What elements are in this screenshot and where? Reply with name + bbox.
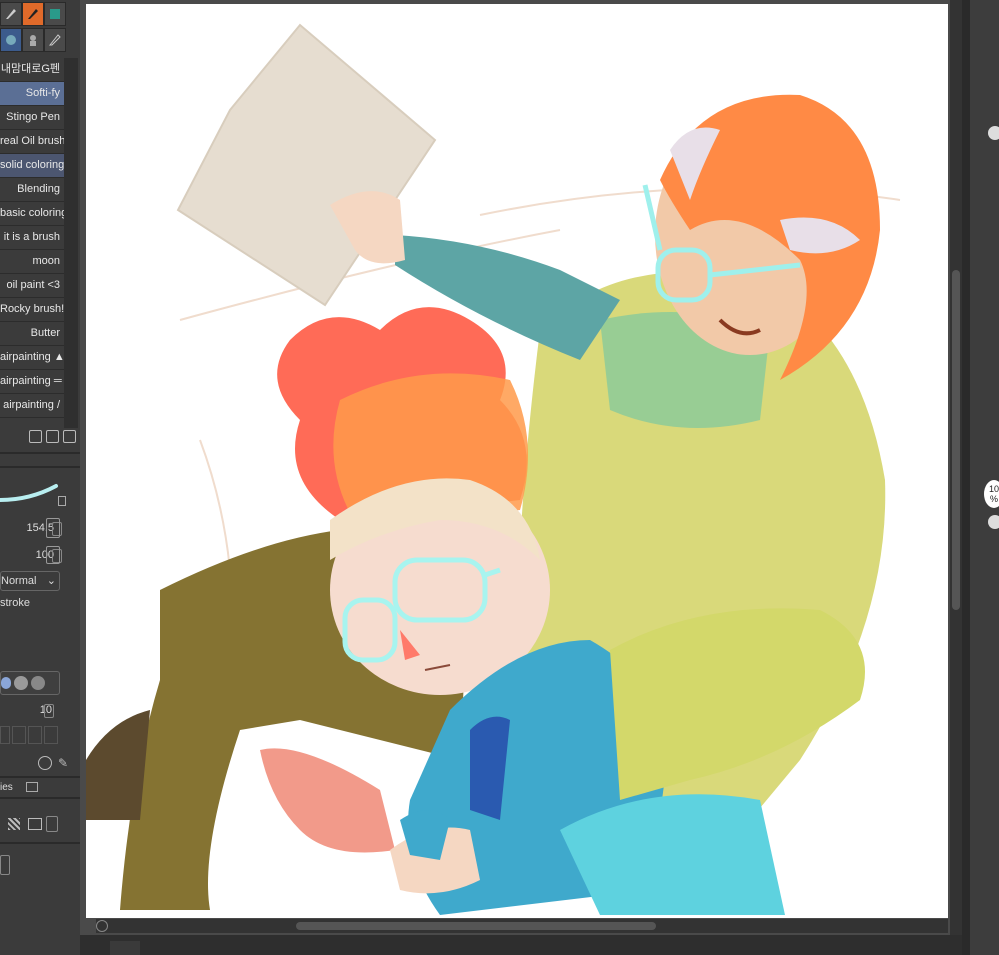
brush-item[interactable]: airpainting ▲ (0, 346, 64, 370)
fill-icon (50, 9, 60, 19)
texture-slots (0, 726, 60, 744)
brush-list: 내맘대로G펜 Softi-fy Stingo Pen real Oil brus… (0, 58, 64, 418)
brush-item[interactable]: Stingo Pen (0, 106, 64, 130)
copy-icon[interactable] (28, 818, 42, 830)
blend-icon (6, 35, 16, 45)
drawing-canvas[interactable] (86, 4, 948, 918)
density-spinner[interactable] (44, 704, 54, 718)
brush-list-actions (0, 430, 80, 450)
trash-icon[interactable] (63, 430, 76, 443)
opacity-pressure-toggle[interactable] (46, 546, 60, 564)
density-row: 10 (0, 704, 64, 720)
divider (0, 466, 80, 468)
horizontal-scroll-thumb[interactable] (296, 922, 656, 930)
divider (0, 797, 80, 799)
brush-item[interactable]: oil paint <3 (0, 274, 64, 298)
texture-slot[interactable] (28, 726, 42, 744)
brush-item[interactable]: Rocky brush! (0, 298, 64, 322)
texture-slot[interactable] (44, 726, 58, 744)
rotate-slider-knob[interactable] (988, 515, 999, 529)
pen-icon (6, 9, 16, 19)
left-panel: 내맘대로G펜 Softi-fy Stingo Pen real Oil brus… (0, 0, 80, 955)
blend-tool-button[interactable] (0, 28, 22, 52)
zoom-indicator: 10 % (984, 480, 999, 508)
fill-tool-button[interactable] (44, 2, 66, 26)
duplicate-icon[interactable] (46, 430, 59, 443)
vertical-scrollbar[interactable] (950, 0, 962, 935)
brush-item[interactable]: basic coloring (0, 202, 64, 226)
brush-item[interactable]: Butter (0, 322, 64, 346)
vertical-scroll-thumb[interactable] (952, 270, 960, 610)
brush-list-scrollbar[interactable] (64, 58, 78, 428)
zoom-slider-knob[interactable] (988, 126, 999, 140)
pen-tool-button[interactable] (0, 2, 22, 26)
brush-icon (28, 9, 38, 19)
zoom-unit: % (989, 494, 998, 504)
tip-swatch (1, 677, 11, 689)
tab-properties-label: ies (0, 782, 13, 793)
brush-item[interactable]: solid coloring (0, 154, 64, 178)
rotate-icon[interactable] (96, 920, 108, 932)
brush-tool-button[interactable] (22, 2, 44, 26)
figure-tool-button[interactable] (22, 28, 44, 52)
brush-item[interactable]: moon (0, 250, 64, 274)
zoom-value: 10 (988, 484, 999, 494)
brush-item[interactable]: Blending (0, 178, 64, 202)
right-panel-border (962, 0, 970, 955)
size-pressure-toggle[interactable] (46, 518, 60, 538)
horizontal-scrollbar[interactable] (96, 919, 948, 933)
bottom-tab[interactable] (110, 941, 140, 955)
stroke-label-text: stroke (0, 597, 30, 609)
tip-swatch (31, 676, 45, 690)
figure-icon (30, 35, 36, 46)
illustration (86, 23, 901, 915)
blend-mode-value: Normal (1, 575, 37, 587)
brush-item[interactable]: it is a brush (0, 226, 64, 250)
texture-slot[interactable] (12, 726, 26, 744)
import-icon[interactable] (29, 430, 42, 443)
pencil-icon (48, 34, 61, 46)
stroke-label: stroke (0, 597, 30, 609)
divider (0, 452, 80, 454)
brush-item[interactable]: real Oil brush (0, 130, 64, 154)
brush-item[interactable]: Softi-fy (0, 82, 64, 106)
blend-mode-select[interactable]: Normal ⌄ (0, 571, 60, 591)
brush-item[interactable]: airpainting ═ (0, 370, 64, 394)
divider (0, 776, 80, 778)
texture-spinner[interactable] (46, 816, 58, 832)
pencil-tool-button[interactable] (44, 28, 66, 52)
option-spinner[interactable] (0, 855, 10, 875)
brush-stroke-preview (0, 484, 58, 502)
texture-slot[interactable] (0, 726, 10, 744)
tab-properties[interactable]: ies (0, 780, 20, 796)
right-panel (962, 0, 999, 955)
brush-item[interactable]: airpainting / (0, 394, 64, 418)
settings-icon[interactable] (38, 756, 52, 770)
brush-tip-select[interactable] (0, 671, 60, 695)
sub-tool-grid (0, 0, 66, 56)
brush-item[interactable]: 내맘대로G펜 (0, 58, 64, 82)
bottom-bar (80, 935, 970, 955)
canvas-area (80, 0, 962, 935)
divider (0, 842, 80, 844)
chevron-down-icon: ⌄ (46, 575, 56, 587)
tip-swatch (14, 676, 28, 690)
wrench-icon[interactable]: ✎ (58, 756, 72, 770)
lock-icon[interactable] (58, 496, 66, 506)
tab-icon[interactable] (26, 782, 38, 792)
texture-icon[interactable] (8, 818, 20, 830)
